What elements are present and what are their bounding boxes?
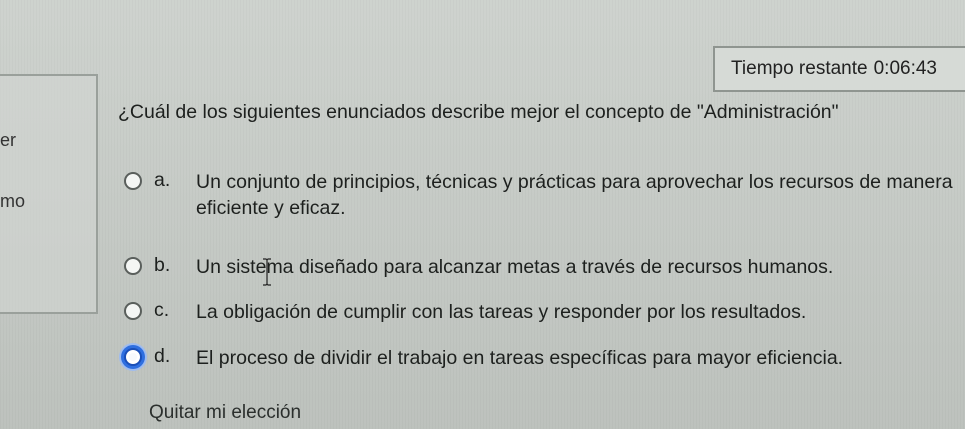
timer-box: Tiempo restante 0:06:43 xyxy=(713,46,965,92)
timer-label: Tiempo restante xyxy=(731,58,868,79)
navigation-text-fragment: er xyxy=(0,130,17,150)
radio-button-a[interactable] xyxy=(124,172,142,190)
option-letter: c. xyxy=(154,299,170,321)
option-letter: d. xyxy=(154,345,171,367)
answer-option-a[interactable]: a. Un conjunto de principios, técnicas y… xyxy=(124,169,954,221)
option-text: La obligación de cumplir con las tareas … xyxy=(196,301,807,323)
navigation-text-fragment: mo xyxy=(0,191,26,211)
option-text: El proceso de dividir el trabajo en tare… xyxy=(196,347,844,369)
clear-choice-link[interactable]: Quitar mi elección xyxy=(149,402,301,424)
option-letter: b. xyxy=(154,254,171,276)
answer-option-d[interactable]: d. El proceso de dividir el trabajo en t… xyxy=(124,345,843,371)
option-text: Un conjunto de principios, técnicas y pr… xyxy=(196,171,953,219)
option-text: Un sistema diseñado para alcanzar metas … xyxy=(196,256,834,278)
timer-value: 0:06:43 xyxy=(873,58,937,79)
text-cursor-icon xyxy=(263,258,271,286)
radio-button-d[interactable] xyxy=(124,348,142,366)
answer-option-b[interactable]: b. Un sistema diseñado para alcanzar met… xyxy=(124,254,833,280)
radio-button-b[interactable] xyxy=(124,257,142,275)
answer-option-c[interactable]: c. La obligación de cumplir con las tare… xyxy=(124,299,806,325)
radio-button-c[interactable] xyxy=(124,302,142,320)
option-letter: a. xyxy=(154,169,171,191)
question-text: ¿Cuál de los siguientes enunciados descr… xyxy=(118,101,839,123)
